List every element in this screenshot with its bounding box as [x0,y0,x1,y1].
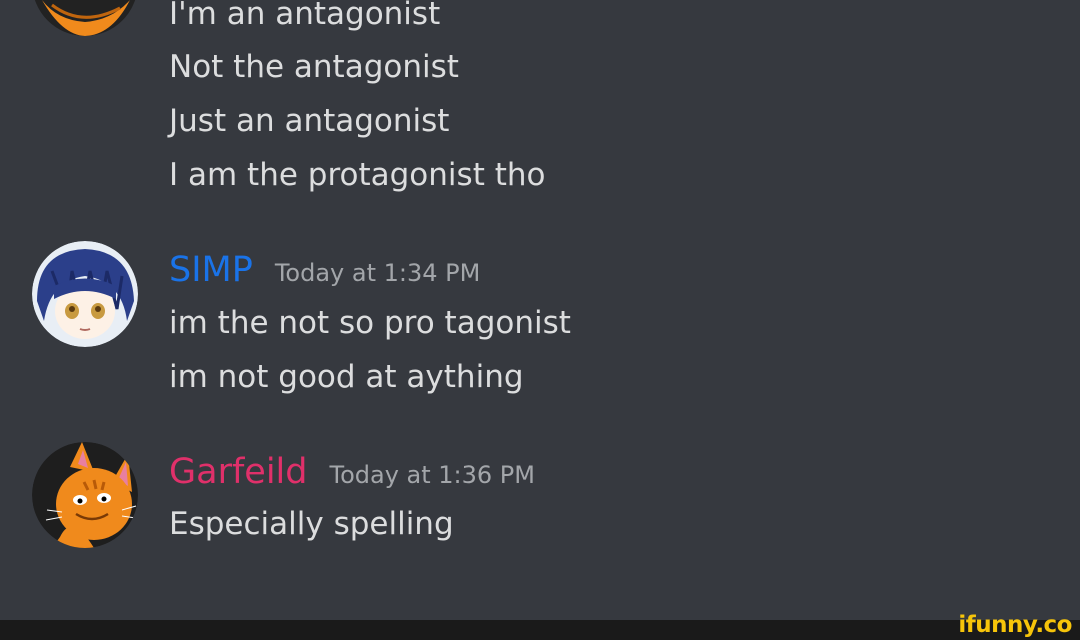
user-avatar-cat[interactable] [32,0,138,36]
message-timestamp: Today at 1:34 PM [274,259,481,287]
message-timestamp: Today at 1:36 PM [329,461,535,489]
message-header: Garfeild Today at 1:36 PM [169,452,535,495]
footer-bar [0,620,1080,640]
ifunny-watermark: ifunny.co [958,612,1072,638]
message-line: Just an antagonist [169,103,450,139]
message-line: im not good at aything [169,359,524,395]
chat-messages: I'm an antagonist Not the antagonist Jus… [0,0,1080,620]
message-header: SIMP Today at 1:34 PM [169,250,480,293]
username-simp[interactable]: SIMP [169,250,253,290]
message-line: im the not so pro tagonist [169,305,571,341]
user-avatar-simp[interactable] [32,241,138,347]
message-line: Especially spelling [169,506,454,542]
username-garfeild[interactable]: Garfeild [169,452,307,492]
message-line: Not the antagonist [169,49,459,85]
user-avatar-garfeild[interactable] [32,442,138,548]
message-line: I am the protagonist tho [169,157,546,193]
message-line: I'm an antagonist [169,0,441,32]
